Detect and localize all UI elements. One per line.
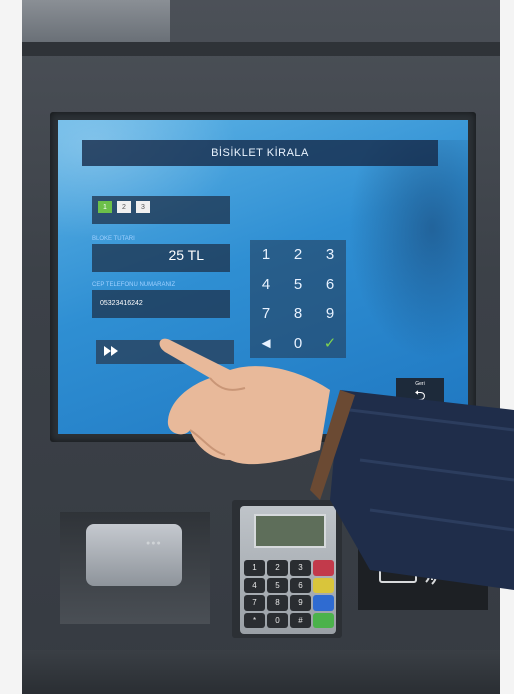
key-7[interactable]: 7: [250, 299, 282, 329]
phone-value: 05323416242: [100, 300, 143, 307]
key-3[interactable]: 3: [314, 240, 346, 270]
pinpad-key-4[interactable]: 4: [244, 577, 265, 593]
key-4[interactable]: 4: [250, 270, 282, 300]
phone-label: CEP TELEFONU NUMARANIZ: [92, 282, 176, 288]
pinpad-function-key[interactable]: [313, 595, 334, 611]
pinpad-key-0[interactable]: 0: [267, 612, 288, 628]
deposit-value: 25 TL: [168, 247, 204, 263]
pinpad-enter-key[interactable]: [313, 612, 334, 628]
key-2[interactable]: 2: [282, 240, 314, 270]
station-box-2[interactable]: 2: [117, 201, 131, 213]
pinpad-key-5[interactable]: 5: [267, 577, 288, 593]
deposit-field: 25 TL: [92, 244, 230, 272]
phone-field[interactable]: 05323416242: [92, 290, 230, 318]
station-box-1[interactable]: 1: [98, 201, 112, 213]
kiosk-bottom-ledge: [22, 650, 500, 694]
key-6[interactable]: 6: [314, 270, 346, 300]
page-title: BİSİKLET KİRALA: [82, 140, 438, 166]
station-selector[interactable]: 1 2 3: [92, 196, 230, 224]
key-1[interactable]: 1: [250, 240, 282, 270]
pinpad-key-9[interactable]: 9: [290, 595, 311, 611]
pinpad-key-hash[interactable]: #: [290, 612, 311, 628]
pinpad-key-star[interactable]: *: [244, 612, 265, 628]
kiosk-top-bar: [22, 42, 500, 56]
key-8[interactable]: 8: [282, 299, 314, 329]
card-reader-leds: ●●●: [146, 540, 162, 547]
station-box-3[interactable]: 3: [136, 201, 150, 213]
deposit-label: BLOKE TUTARI: [92, 236, 135, 242]
kiosk-top-cap: [22, 0, 170, 42]
hand: [159, 338, 330, 465]
card-reader-slot[interactable]: [86, 524, 182, 586]
pinpad-key-2[interactable]: 2: [267, 560, 288, 576]
screen-reflection: [348, 140, 468, 360]
pinpad-key-3[interactable]: 3: [290, 560, 311, 576]
pinpad-key-8[interactable]: 8: [267, 595, 288, 611]
pinpad-key-7[interactable]: 7: [244, 595, 265, 611]
key-5[interactable]: 5: [282, 270, 314, 300]
pinpad-key-6[interactable]: 6: [290, 577, 311, 593]
pinpad-key-1[interactable]: 1: [244, 560, 265, 576]
fast-forward-icon: [104, 345, 118, 359]
key-9[interactable]: 9: [314, 299, 346, 329]
